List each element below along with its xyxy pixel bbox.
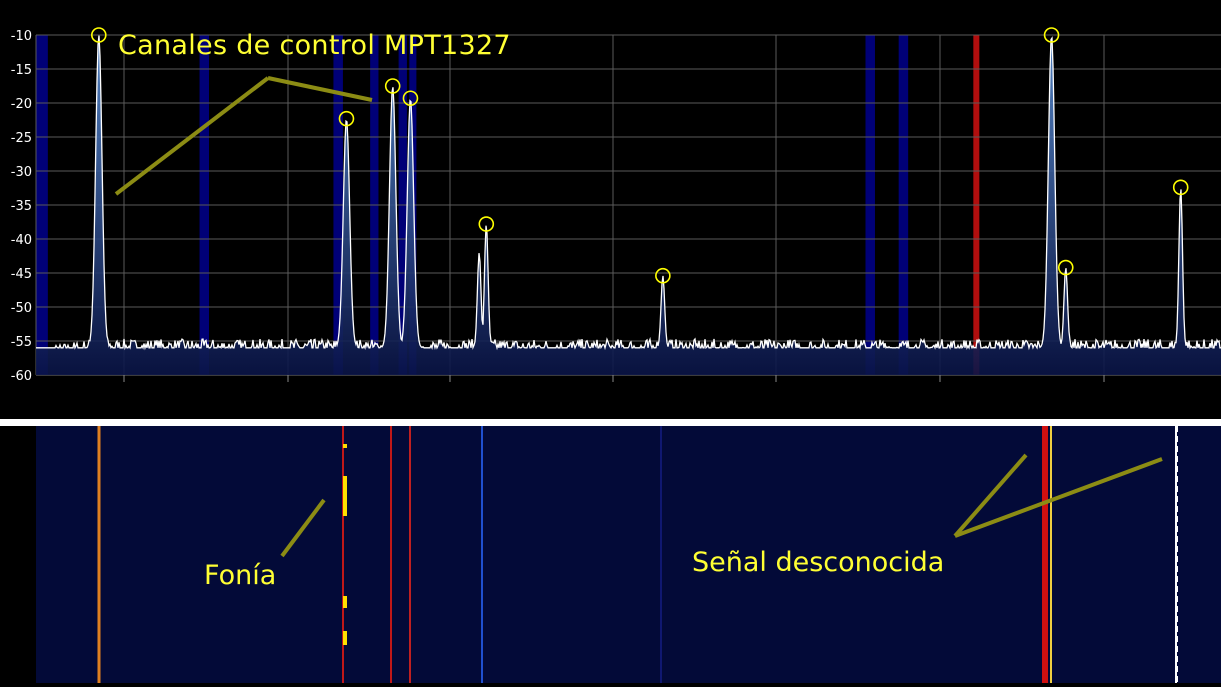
unknown-signal-dash xyxy=(1175,546,1178,552)
unknown-signal-dash xyxy=(1175,616,1178,622)
y-tick-label: -25 xyxy=(11,131,32,146)
y-tick-label: -35 xyxy=(11,199,32,214)
voice-burst xyxy=(343,631,347,645)
unknown-signal-dash xyxy=(1175,496,1178,502)
waterfall-signal-trace xyxy=(481,426,483,683)
unknown-signal-dash xyxy=(1175,646,1178,652)
waterfall-signal-trace xyxy=(390,426,392,683)
waterfall-signal-trace xyxy=(1175,426,1177,683)
voice-burst xyxy=(343,444,347,448)
unknown-signal-dash xyxy=(1175,456,1178,462)
y-tick-label: -50 xyxy=(11,301,32,316)
waterfall-signal-trace xyxy=(1042,426,1048,683)
unknown-signal-dash xyxy=(1175,626,1178,632)
unknown-signal-dash xyxy=(1175,566,1178,572)
panel-divider[interactable] xyxy=(0,419,1221,426)
spectrum-display[interactable]: -10 -15 -20 -25 -30 -35 -40 -45 -50 -55 -60 xyxy=(0,0,1221,420)
unknown-signal-dash xyxy=(1175,466,1178,472)
unknown-signal-dash xyxy=(1175,586,1178,592)
voice-burst xyxy=(343,476,347,516)
spectrum-trace xyxy=(36,35,1221,351)
unknown-signal-dash xyxy=(1175,536,1178,542)
unknown-signal-dash xyxy=(1175,516,1178,522)
unknown-signal-dash xyxy=(1175,636,1178,642)
unknown-signal-dash xyxy=(1175,606,1178,612)
y-tick-label: -20 xyxy=(11,97,32,112)
unknown-signal-dash xyxy=(1175,426,1178,432)
unknown-signal-dash xyxy=(1175,526,1178,532)
y-tick-label: -55 xyxy=(11,335,32,350)
y-tick-label: -30 xyxy=(11,165,32,180)
annotation-voice: Fonía xyxy=(204,560,277,591)
unknown-signal-dash xyxy=(1175,576,1178,582)
y-tick-label: -45 xyxy=(11,267,32,282)
annotation-unknown-signal: Señal desconocida xyxy=(692,547,945,578)
unknown-signal-dash xyxy=(1175,666,1178,672)
spectrum-chart: -10 -15 -20 -25 -30 -35 -40 -45 -50 -55 -60 xyxy=(11,27,1221,384)
waterfall-signal-trace xyxy=(1050,426,1052,683)
unknown-signal-dash xyxy=(1175,676,1178,682)
voice-burst xyxy=(343,596,347,608)
unknown-signal-dash xyxy=(1175,446,1178,452)
unknown-signal-dash xyxy=(1175,656,1178,662)
unknown-signal-dash xyxy=(1175,486,1178,492)
waterfall-signal-trace xyxy=(409,426,411,683)
unknown-signal-dash xyxy=(1175,596,1178,602)
unknown-signal-dash xyxy=(1175,556,1178,562)
waterfall-signal-trace xyxy=(97,426,101,683)
unknown-signal-dash xyxy=(1175,476,1178,482)
annotation-control-channels: Canales de control MPT1327 xyxy=(118,30,511,61)
waterfall-display[interactable] xyxy=(0,426,1221,683)
waterfall-signal-trace xyxy=(660,426,662,683)
y-tick-label: -60 xyxy=(11,369,32,384)
y-tick-label: -10 xyxy=(11,29,32,44)
y-tick-label: -15 xyxy=(11,63,32,78)
y-tick-label: -40 xyxy=(11,233,32,248)
waterfall-chart xyxy=(36,426,1221,683)
unknown-signal-dash xyxy=(1175,436,1178,442)
unknown-signal-dash xyxy=(1175,506,1178,512)
